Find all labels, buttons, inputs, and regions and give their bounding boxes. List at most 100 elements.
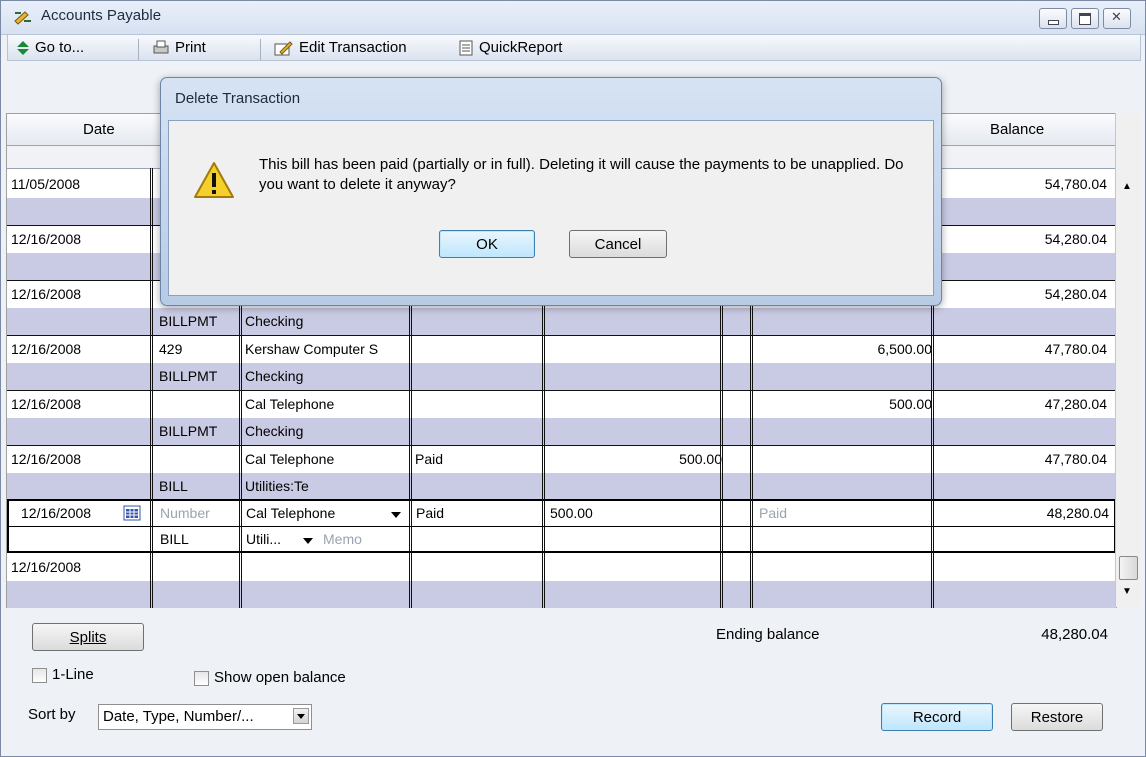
row-account: Utilities:Te (245, 478, 309, 494)
window-controls (1039, 8, 1131, 29)
edit-transaction-button[interactable]: Edit Transaction (274, 39, 407, 56)
scroll-down-icon[interactable]: ▼ (1122, 586, 1132, 597)
up-down-arrows-icon (17, 40, 29, 55)
row-account: Checking (245, 313, 304, 329)
printer-icon (153, 40, 169, 53)
date-column-header: Date (83, 121, 115, 138)
row-account: Checking (245, 368, 304, 384)
print-label: Print (175, 39, 206, 56)
table-row[interactable]: BILLPMT Checking (7, 418, 1116, 445)
edit-date[interactable]: 12/16/2008 (21, 505, 91, 521)
cancel-button[interactable]: Cancel (569, 230, 667, 258)
row-paid: 6,500.00 (877, 341, 933, 357)
row-account: Checking (245, 423, 304, 439)
table-row[interactable]: 12/16/2008 Cal Telephone 500.00 47,280.0… (7, 391, 1116, 418)
table-row[interactable]: 12/16/2008 Cal Telephone Paid 500.00 47,… (7, 446, 1116, 473)
splits-button[interactable]: Splits (32, 623, 144, 651)
row-date: 12/16/2008 (11, 396, 82, 412)
ok-label: OK (476, 235, 498, 253)
show-open-balance-label: Show open balance (214, 669, 346, 686)
table-row[interactable]: 12/16/2008 (7, 554, 1116, 581)
splits-label: Splits (69, 628, 107, 646)
row-payee: Cal Telephone (245, 451, 335, 467)
payee-dropdown-icon[interactable] (387, 508, 403, 522)
chevron-down-icon[interactable] (293, 708, 309, 724)
delete-transaction-dialog: Delete Transaction This bill has been pa… (160, 77, 942, 306)
calendar-icon[interactable] (123, 505, 141, 521)
dialog-title: Delete Transaction (175, 90, 301, 107)
row-balance: 54,780.04 (1044, 176, 1107, 192)
row-paid: 500.00 (889, 396, 932, 412)
dialog-message: This bill has been paid (partially or in… (259, 156, 904, 193)
toolbar-separator (138, 39, 139, 60)
toolbar: Go to... Print Edit Transaction QuickRep… (7, 34, 1141, 61)
row-date: 11/05/2008 (11, 176, 81, 192)
restore-button[interactable]: Restore (1011, 703, 1103, 731)
quickreport-button[interactable]: QuickReport (458, 39, 562, 56)
number-field[interactable]: Number (160, 505, 210, 521)
row-balance: 47,280.04 (1044, 396, 1107, 412)
row-balance: 47,780.04 (1044, 451, 1107, 467)
edit-account[interactable]: Utili... (246, 531, 281, 547)
register-footer: Splits Ending balance 48,280.04 1-Line S… (6, 608, 1136, 748)
edit-payee[interactable]: Cal Telephone (246, 505, 335, 521)
ok-button[interactable]: OK (439, 230, 535, 258)
warning-icon (194, 162, 234, 198)
edit-type: BILL (160, 531, 189, 547)
close-button[interactable] (1103, 8, 1131, 29)
row-billed: 500.00 (679, 451, 722, 467)
sort-by-select[interactable]: Date, Type, Number/... (98, 704, 312, 730)
toolbar-separator (260, 39, 261, 60)
print-button[interactable]: Print (152, 39, 206, 56)
sort-by-value: Date, Type, Number/... (103, 708, 254, 725)
table-row[interactable]: 12/16/2008 429 Kershaw Computer S 6,500.… (7, 336, 1116, 363)
scroll-thumb[interactable] (1119, 556, 1138, 580)
row-status: Paid (415, 451, 444, 467)
cancel-label: Cancel (594, 235, 642, 253)
row-date: 12/16/2008 (11, 451, 82, 467)
ending-balance-value: 48,280.04 (1041, 626, 1108, 643)
dialog-body: This bill has been paid (partially or in… (168, 120, 934, 296)
row-date: 12/16/2008 (11, 231, 82, 247)
edit-pencil-icon (274, 40, 293, 55)
column-divider (150, 168, 153, 608)
ending-balance-label: Ending balance (716, 626, 820, 643)
record-button[interactable]: Record (881, 703, 993, 731)
row-payee: Kershaw Computer S (245, 341, 379, 357)
restore-label: Restore (1030, 708, 1084, 726)
row-balance: 54,280.04 (1044, 231, 1107, 247)
edit-balance: 48,280.04 (1046, 505, 1109, 521)
table-row[interactable] (7, 581, 1116, 608)
paid-field[interactable]: Paid (759, 505, 787, 521)
table-row[interactable]: BILLPMT Checking (7, 363, 1116, 390)
maximize-button[interactable] (1071, 8, 1099, 29)
table-row[interactable]: BILLPMT Checking (7, 308, 1116, 335)
sort-by-label: Sort by (28, 706, 76, 723)
row-date: 12/16/2008 (11, 341, 82, 357)
goto-label: Go to... (35, 39, 85, 56)
edit-transaction-label: Edit Transaction (299, 39, 407, 56)
memo-field[interactable]: Memo (323, 531, 362, 547)
account-dropdown-icon[interactable] (299, 534, 315, 548)
show-open-balance-checkbox[interactable] (194, 671, 209, 686)
row-balance: 47,780.04 (1044, 341, 1107, 357)
row-type: BILLPMT (159, 423, 218, 439)
row-balance: 54,280.04 (1044, 286, 1107, 302)
row-type: BILLPMT (159, 368, 218, 384)
row-number: 429 (159, 341, 183, 357)
row-date: 12/16/2008 (11, 286, 82, 302)
row-payee: Cal Telephone (245, 396, 335, 412)
edit-transaction-row[interactable]: 12/16/2008 Number Cal Telephone Paid 500… (7, 499, 1116, 553)
minimize-button[interactable] (1039, 8, 1067, 29)
row-date: 12/16/2008 (11, 559, 82, 575)
scroll-up-icon[interactable]: ▲ (1122, 181, 1132, 192)
row-type: BILLPMT (159, 313, 218, 329)
balance-column-header: Balance (990, 121, 1045, 138)
edit-billed[interactable]: 500.00 (550, 505, 593, 521)
goto-button[interactable]: Go to... (16, 39, 84, 56)
row-type: BILL (159, 478, 188, 494)
table-row[interactable]: BILL Utilities:Te (7, 473, 1116, 500)
record-label: Record (912, 708, 962, 726)
vertical-scrollbar[interactable]: ▲ ▼ (1115, 113, 1141, 607)
one-line-checkbox[interactable] (32, 668, 47, 683)
